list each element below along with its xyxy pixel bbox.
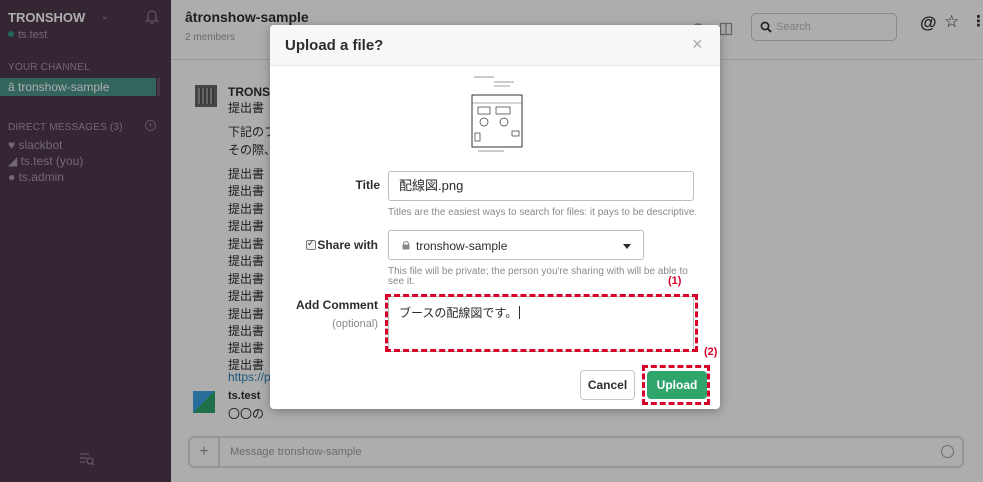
file-thumbnail: [464, 73, 530, 157]
title-input[interactable]: 配線図.png: [388, 171, 694, 201]
dialog-header: Upload a file? ×: [270, 25, 720, 66]
share-hint-continued: see it.: [388, 276, 415, 287]
share-select[interactable]: tronshow-sample: [388, 230, 644, 260]
comment-optional: (optional): [332, 318, 378, 330]
share-label: Share with: [317, 238, 378, 252]
dialog-title: Upload a file?: [285, 37, 384, 54]
title-label: Title: [355, 178, 380, 192]
comment-label: Add Comment: [296, 298, 378, 312]
annotation-box-upload: [642, 365, 710, 405]
share-hint: This file will be private; the person yo…: [388, 266, 688, 277]
close-icon[interactable]: ×: [692, 35, 703, 53]
annotation-box-comment: [385, 294, 698, 352]
annotation-label-1: (1): [668, 275, 682, 287]
annotation-label-2: (2): [704, 346, 718, 358]
title-hint: Titles are the easiest ways to search fo…: [388, 207, 698, 218]
lock-icon: [402, 241, 410, 250]
caret-down-icon[interactable]: [623, 244, 631, 249]
cancel-button[interactable]: Cancel: [580, 370, 635, 400]
share-select-value: tronshow-sample: [416, 239, 508, 253]
